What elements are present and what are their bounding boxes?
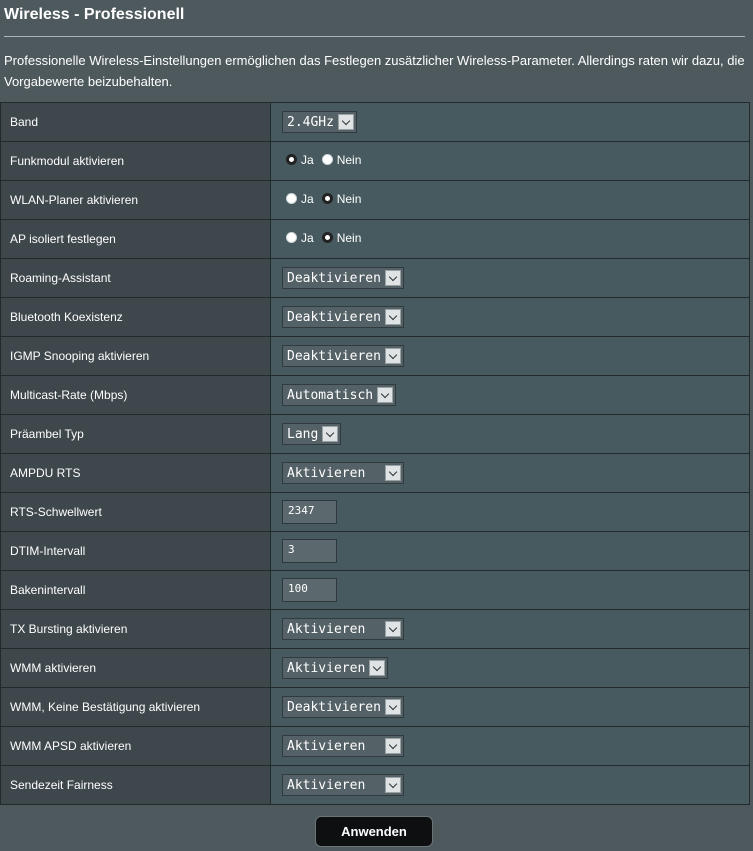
ampdu-rts-label: AMPDU RTS <box>0 453 271 493</box>
ampdu-rts-select[interactable]: Aktivieren <box>282 462 404 484</box>
wlan-scheduler-label: WLAN-Planer aktivieren <box>0 180 271 220</box>
chevron-down-icon <box>369 660 386 676</box>
page-title: Wireless - Professionell <box>4 6 185 23</box>
row-roaming: Roaming-Assistant Deaktivieren <box>0 258 750 298</box>
chevron-down-icon <box>385 621 401 637</box>
airtime-select-value: Aktivieren <box>287 778 366 793</box>
wmm-select-value: Aktivieren <box>287 661 366 676</box>
band-label: Band <box>0 102 271 142</box>
wmm-noack-label: WMM, Keine Bestätigung aktivieren <box>0 687 271 727</box>
wlan-scheduler-no-label[interactable]: Nein <box>337 192 362 206</box>
wmm-apsd-label: WMM APSD aktivieren <box>0 726 271 766</box>
ap-isolated-group: Ja Nein <box>282 231 365 245</box>
igmp-select[interactable]: Deaktivieren <box>282 345 404 367</box>
wmm-select[interactable]: Aktivieren <box>282 657 389 679</box>
chevron-down-icon <box>384 270 401 286</box>
row-tx-bursting: TX Bursting aktivieren Aktivieren <box>0 609 750 649</box>
row-band: Band 2.4GHz <box>0 102 750 142</box>
row-bluetooth: Bluetooth Koexistenz Deaktivieren <box>0 297 750 337</box>
radio-enable-label: Funkmodul aktivieren <box>0 141 271 181</box>
igmp-label: IGMP Snooping aktivieren <box>0 336 271 376</box>
radio-enable-no-label[interactable]: Nein <box>337 153 362 167</box>
title-divider <box>4 36 745 37</box>
multicast-select-value: Automatisch <box>287 388 374 403</box>
row-rts-threshold: RTS-Schwellwert 2347 <box>0 492 750 532</box>
row-preamble: Präambel Typ Lang <box>0 414 750 454</box>
bluetooth-select-value: Deaktivieren <box>287 310 381 325</box>
chevron-down-icon <box>384 699 401 715</box>
wlan-scheduler-group: Ja Nein <box>282 192 365 206</box>
settings-table: Band 2.4GHz Funkmodul aktivieren Ja Nein… <box>0 102 750 805</box>
wmm-noack-select[interactable]: Deaktivieren <box>282 696 404 718</box>
row-igmp: IGMP Snooping aktivieren Deaktivieren <box>0 336 750 376</box>
rts-threshold-input[interactable]: 2347 <box>282 500 337 524</box>
tx-bursting-select[interactable]: Aktivieren <box>282 618 404 640</box>
row-dtim: DTIM-Intervall 3 <box>0 531 750 571</box>
chevron-down-icon <box>385 738 401 754</box>
row-wmm: WMM aktivieren Aktivieren <box>0 648 750 688</box>
tx-bursting-select-value: Aktivieren <box>287 622 366 637</box>
chevron-down-icon <box>322 426 339 442</box>
multicast-select[interactable]: Automatisch <box>282 384 397 406</box>
preamble-select-value: Lang <box>287 427 319 442</box>
bluetooth-label: Bluetooth Koexistenz <box>0 297 271 337</box>
wlan-scheduler-yes-radio[interactable] <box>286 193 297 204</box>
radio-enable-yes-label[interactable]: Ja <box>301 153 314 167</box>
band-select-value: 2.4GHz <box>287 115 334 130</box>
chevron-down-icon <box>337 114 354 130</box>
ap-isolated-yes-radio[interactable] <box>286 232 297 243</box>
beacon-input[interactable]: 100 <box>282 578 337 602</box>
preamble-select[interactable]: Lang <box>282 423 342 445</box>
apply-button[interactable]: Anwenden <box>315 816 433 847</box>
igmp-select-value: Deaktivieren <box>287 349 381 364</box>
ap-isolated-yes-label[interactable]: Ja <box>301 231 314 245</box>
ap-isolated-no-label[interactable]: Nein <box>337 231 362 245</box>
wlan-scheduler-yes-label[interactable]: Ja <box>301 192 314 206</box>
wmm-noack-select-value: Deaktivieren <box>287 700 381 715</box>
ap-isolated-no-radio[interactable] <box>321 232 333 243</box>
row-wmm-apsd: WMM APSD aktivieren Aktivieren <box>0 726 750 766</box>
wmm-label: WMM aktivieren <box>0 648 271 688</box>
row-wmm-noack: WMM, Keine Bestätigung aktivieren Deakti… <box>0 687 750 727</box>
row-multicast: Multicast-Rate (Mbps) Automatisch <box>0 375 750 415</box>
preamble-label: Präambel Typ <box>0 414 271 454</box>
row-ap-isolated: AP isoliert festlegen Ja Nein <box>0 219 750 259</box>
band-select[interactable]: 2.4GHz <box>282 111 357 133</box>
beacon-label: Bakenintervall <box>0 570 271 610</box>
bluetooth-select[interactable]: Deaktivieren <box>282 306 404 328</box>
ampdu-rts-select-value: Aktivieren <box>287 466 366 481</box>
roaming-label: Roaming-Assistant <box>0 258 271 298</box>
dtim-label: DTIM-Intervall <box>0 531 271 571</box>
dtim-input[interactable]: 3 <box>282 539 337 563</box>
row-wlan-scheduler: WLAN-Planer aktivieren Ja Nein <box>0 180 750 220</box>
row-airtime: Sendezeit Fairness Aktivieren <box>0 765 750 805</box>
radio-enable-yes-radio[interactable] <box>286 154 297 165</box>
row-beacon: Bakenintervall 100 <box>0 570 750 610</box>
ap-isolated-label: AP isoliert festlegen <box>0 219 271 259</box>
radio-enable-group: Ja Nein <box>282 153 365 167</box>
row-radio-enable: Funkmodul aktivieren Ja Nein <box>0 141 750 181</box>
chevron-down-icon <box>385 777 401 793</box>
airtime-select[interactable]: Aktivieren <box>282 774 404 796</box>
chevron-down-icon <box>385 465 401 481</box>
chevron-down-icon <box>384 348 401 364</box>
wmm-apsd-select[interactable]: Aktivieren <box>282 735 404 757</box>
chevron-down-icon <box>377 387 394 403</box>
airtime-label: Sendezeit Fairness <box>0 765 271 805</box>
roaming-select-value: Deaktivieren <box>287 271 381 286</box>
rts-threshold-label: RTS-Schwellwert <box>0 492 271 532</box>
tx-bursting-label: TX Bursting aktivieren <box>0 609 271 649</box>
page-description: Professionelle Wireless-Einstellungen er… <box>4 53 745 89</box>
wlan-scheduler-no-radio[interactable] <box>321 193 333 204</box>
chevron-down-icon <box>384 309 401 325</box>
multicast-label: Multicast-Rate (Mbps) <box>0 375 271 415</box>
wmm-apsd-select-value: Aktivieren <box>287 739 366 754</box>
radio-enable-no-radio[interactable] <box>321 154 333 165</box>
roaming-select[interactable]: Deaktivieren <box>282 267 404 289</box>
row-ampdu-rts: AMPDU RTS Aktivieren <box>0 453 750 493</box>
